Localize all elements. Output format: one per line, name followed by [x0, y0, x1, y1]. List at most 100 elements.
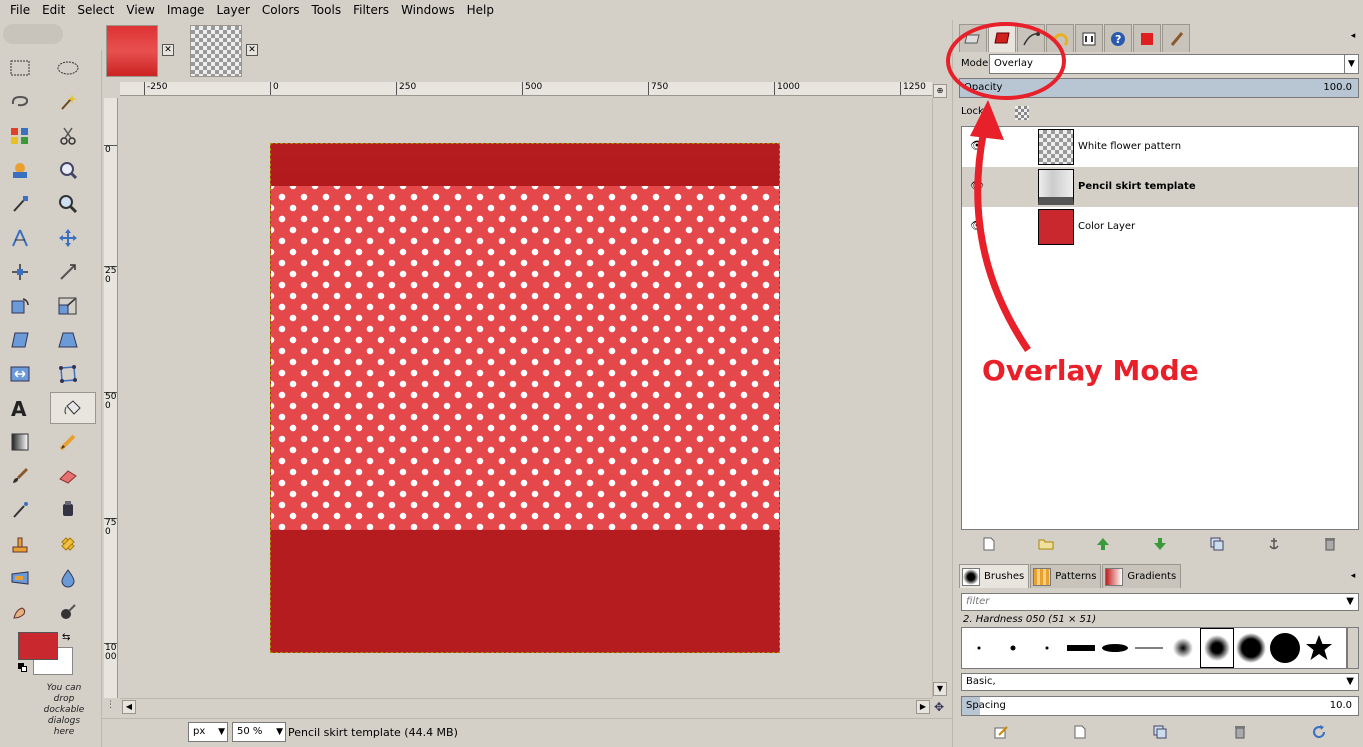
color-picker-tool[interactable] [4, 188, 36, 220]
brush-filter-input[interactable]: filter ▼ [961, 593, 1359, 611]
brushes-editor-tab[interactable] [1162, 24, 1190, 52]
scissors-select-tool[interactable] [52, 120, 84, 152]
eye-icon[interactable]: 👁 [970, 139, 984, 152]
airbrush-tool[interactable] [4, 494, 36, 526]
blend-tool[interactable] [4, 426, 36, 458]
anchor-layer-icon[interactable] [1266, 536, 1282, 552]
layer-row[interactable]: 👁 Pencil skirt template [962, 167, 1358, 207]
brush-grid-scrollbar[interactable] [1347, 627, 1359, 669]
perspective-tool[interactable] [52, 324, 84, 356]
vertical-scrollbar[interactable]: ⊕ ▼ [932, 84, 948, 698]
bucket-fill-tool[interactable] [50, 392, 96, 424]
scroll-left-icon[interactable]: ◀ [122, 700, 136, 714]
eye-icon[interactable]: 👁 [970, 179, 984, 192]
blur-tool[interactable] [52, 562, 84, 594]
paths-tool[interactable] [52, 154, 84, 186]
unit-select[interactable]: px ▼ [188, 722, 228, 742]
free-select-tool[interactable] [4, 86, 36, 118]
menu-layer[interactable]: Layer [210, 0, 255, 20]
rect-select-tool[interactable] [4, 52, 36, 84]
smudge-tool[interactable] [4, 596, 36, 628]
zoom-fit-icon[interactable]: ⊕ [933, 84, 947, 98]
paintbrush-tool[interactable] [4, 460, 36, 492]
edit-brush-icon[interactable] [993, 724, 1009, 740]
red-image-tab[interactable] [106, 25, 158, 77]
raise-layer-icon[interactable] [1095, 536, 1111, 552]
delete-brush-icon[interactable] [1232, 724, 1248, 740]
image-canvas[interactable] [270, 143, 780, 653]
shear-tool[interactable] [4, 324, 36, 356]
menu-edit[interactable]: Edit [36, 0, 71, 20]
lower-layer-icon[interactable] [1152, 536, 1168, 552]
dodge-burn-tool[interactable] [52, 596, 84, 628]
menu-tools[interactable]: Tools [306, 0, 348, 20]
brush-item[interactable] [962, 628, 996, 668]
panel-menu-icon[interactable]: ◂ [1347, 30, 1359, 42]
brush-item-selected[interactable] [1200, 628, 1234, 668]
measure-tool[interactable] [4, 222, 36, 254]
perspective-clone-tool[interactable] [4, 562, 36, 594]
menu-view[interactable]: View [120, 0, 160, 20]
ellipse-select-tool[interactable] [52, 52, 84, 84]
crop-tool[interactable] [52, 256, 84, 288]
quick-mask-icon[interactable]: ⋮ [106, 700, 118, 712]
help-tab[interactable]: ? [1104, 24, 1132, 52]
menu-help[interactable]: Help [461, 0, 500, 20]
menu-select[interactable]: Select [71, 0, 120, 20]
eraser-tool[interactable] [52, 460, 84, 492]
default-colors-icon[interactable] [18, 663, 28, 673]
menu-windows[interactable]: Windows [395, 0, 461, 20]
brush-item[interactable] [1234, 628, 1268, 668]
star-brush-icon[interactable] [1302, 628, 1336, 668]
brush-item[interactable] [1064, 628, 1098, 668]
patterns-tab[interactable]: Patterns [1030, 564, 1102, 588]
brush-item[interactable] [1030, 628, 1064, 668]
brushes-tab[interactable]: Brushes [959, 564, 1030, 588]
scroll-down-icon[interactable]: ▼ [933, 682, 947, 696]
foreground-select-tool[interactable] [4, 154, 36, 186]
brush-item[interactable] [1166, 628, 1200, 668]
brush-preset-select[interactable]: Basic, ▼ [961, 673, 1359, 691]
spacing-slider[interactable]: Spacing 10.0 [961, 696, 1359, 716]
brush-grid[interactable] [961, 627, 1347, 669]
fuzzy-select-tool[interactable] [52, 86, 84, 118]
pencil-tool[interactable] [52, 426, 84, 458]
move-tool[interactable] [52, 222, 84, 254]
panel-menu-icon[interactable]: ◂ [1347, 570, 1359, 582]
brush-item[interactable] [1098, 628, 1132, 668]
brush-item[interactable] [1132, 628, 1166, 668]
menu-filters[interactable]: Filters [347, 0, 395, 20]
scale-tool[interactable] [52, 290, 84, 322]
flip-tool[interactable] [4, 358, 36, 390]
scroll-right-icon[interactable]: ▶ [916, 700, 930, 714]
checker-image-tab[interactable] [190, 25, 242, 77]
select-by-color-tool[interactable] [4, 120, 36, 152]
lock-alpha-toggle[interactable] [1015, 106, 1029, 120]
refresh-brushes-icon[interactable] [1311, 724, 1327, 740]
layer-row[interactable]: 👁 White flower pattern [962, 127, 1358, 167]
menu-colors[interactable]: Colors [256, 0, 306, 20]
gradients-tab[interactable]: Gradients [1102, 564, 1182, 588]
new-brush-icon[interactable] [1072, 724, 1088, 740]
foreground-color-swatch[interactable] [18, 632, 58, 660]
align-tool[interactable] [4, 256, 36, 288]
new-layer-group-icon[interactable] [1038, 536, 1054, 552]
rotate-tool[interactable] [4, 290, 36, 322]
duplicate-brush-icon[interactable] [1152, 724, 1168, 740]
zoom-tool[interactable] [52, 188, 84, 220]
heal-tool[interactable] [52, 528, 84, 560]
menu-file[interactable]: File [4, 0, 36, 20]
horizontal-scrollbar[interactable]: ◀ ▶ [120, 698, 932, 714]
close-icon[interactable]: ✕ [246, 44, 258, 56]
navigate-icon[interactable]: ✥ [934, 700, 948, 714]
new-layer-icon[interactable] [981, 536, 997, 552]
zoom-select[interactable]: 50 % ▼ [232, 722, 286, 742]
canvas-area[interactable] [120, 98, 932, 698]
cage-transform-tool[interactable] [52, 358, 84, 390]
menu-image[interactable]: Image [161, 0, 211, 20]
swap-colors-icon[interactable]: ⇆ [62, 632, 70, 643]
clone-tool[interactable] [4, 528, 36, 560]
close-icon[interactable]: ✕ [162, 44, 174, 56]
delete-layer-icon[interactable] [1322, 536, 1338, 552]
colormap-tab[interactable] [1133, 24, 1161, 52]
